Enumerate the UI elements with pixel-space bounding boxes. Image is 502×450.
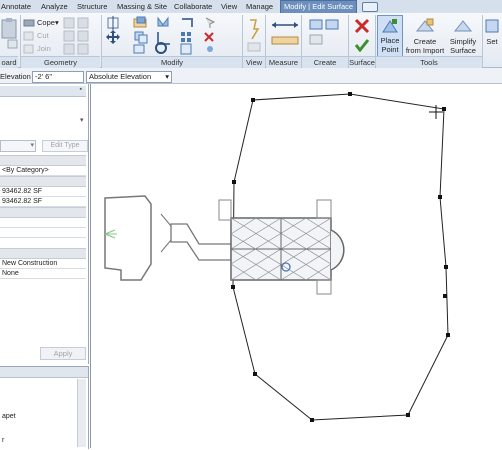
group-header-2[interactable] bbox=[0, 176, 86, 187]
create-from-import-label-2[interactable]: from Import bbox=[403, 46, 447, 55]
measure-panel-label: Measure bbox=[266, 56, 301, 68]
group-header-1[interactable] bbox=[0, 155, 86, 166]
filter-dropdown[interactable]: ▾ bbox=[0, 140, 36, 152]
properties-palette: ▪ ▾ ▾ Edit Type <By Category> 93462.82 S… bbox=[0, 84, 89, 364]
modify-panel-label: Modify bbox=[102, 56, 242, 68]
cope-label[interactable]: Cope bbox=[37, 18, 55, 27]
browser-titlebar bbox=[0, 367, 88, 378]
place-point-label-1: Place bbox=[380, 36, 400, 45]
comments-value[interactable] bbox=[0, 228, 86, 238]
pin-icon bbox=[205, 17, 216, 28]
simplify-surface-label-2[interactable]: Surface bbox=[447, 46, 479, 55]
hide-icon[interactable] bbox=[246, 17, 266, 55]
cut-label[interactable]: Cut bbox=[37, 31, 49, 40]
surface-area-value: 93462.82 SF bbox=[0, 197, 86, 207]
elevation-input[interactable]: -2' 6" bbox=[32, 71, 84, 83]
paste-icon[interactable] bbox=[0, 16, 22, 54]
cancel-icon[interactable] bbox=[354, 18, 370, 34]
chevron-down-icon: ▾ bbox=[165, 72, 169, 81]
delete-icon bbox=[204, 32, 214, 42]
tab-massing-site[interactable]: Massing & Site bbox=[117, 0, 167, 13]
edit-type-button[interactable]: Edit Type bbox=[42, 140, 88, 152]
align-icon bbox=[107, 16, 119, 30]
phase-demolished-value[interactable]: None bbox=[0, 269, 86, 279]
elevation-label: Elevation bbox=[0, 72, 31, 81]
material-value[interactable]: <By Category> bbox=[0, 166, 86, 176]
join-label[interactable]: Join bbox=[37, 44, 51, 53]
measure-icon[interactable] bbox=[268, 17, 304, 55]
cut-icon[interactable] bbox=[23, 30, 35, 42]
set-label[interactable]: Set bbox=[484, 37, 500, 46]
tab-manage[interactable]: Manage bbox=[246, 0, 273, 13]
properties-titlebar: ▪ bbox=[0, 86, 86, 97]
apply-button[interactable]: Apply bbox=[40, 347, 86, 360]
type-selector-chevron-icon[interactable]: ▾ bbox=[80, 116, 84, 124]
mirror-icon bbox=[157, 16, 169, 27]
tab-options-icon[interactable] bbox=[362, 2, 378, 12]
create-from-import-icon[interactable] bbox=[415, 17, 435, 35]
geometry-tools-icon[interactable] bbox=[62, 16, 102, 56]
pin-icon-2 bbox=[207, 46, 213, 52]
group-header-phasing[interactable] bbox=[0, 248, 86, 259]
type-image-area bbox=[0, 98, 86, 138]
building-wing-left bbox=[104, 195, 152, 281]
close-icon[interactable]: ▪ bbox=[80, 86, 82, 93]
simplify-surface-icon[interactable] bbox=[453, 17, 473, 35]
place-point-icon bbox=[382, 19, 398, 33]
tools-panel-label: Tools bbox=[376, 56, 482, 68]
elevation-mode-value: Absolute Elevation bbox=[89, 72, 152, 81]
surface-panel-label: Surface bbox=[349, 56, 375, 68]
project-browser: apet r bbox=[0, 366, 89, 449]
tab-structure[interactable]: Structure bbox=[77, 0, 107, 13]
place-point-button[interactable]: Place Point bbox=[377, 15, 403, 57]
offset-icon bbox=[133, 16, 147, 28]
site-plan-drawing bbox=[104, 92, 450, 422]
view-panel-label: View bbox=[243, 56, 265, 68]
copy-icon bbox=[134, 31, 148, 44]
split-icon bbox=[182, 18, 193, 27]
elevation-mode-select[interactable]: Absolute Elevation ▾ bbox=[86, 71, 172, 83]
create-icon[interactable] bbox=[308, 17, 344, 55]
join-icon[interactable] bbox=[23, 43, 35, 55]
place-point-label-2: Point bbox=[381, 45, 399, 54]
modify-tools-group bbox=[106, 16, 216, 55]
clipboard-panel-label: oard bbox=[0, 56, 18, 68]
browser-scrollbar[interactable] bbox=[77, 379, 86, 447]
create-from-import-label-1[interactable]: Create bbox=[403, 37, 447, 46]
cope-icon[interactable] bbox=[23, 17, 35, 29]
corridor bbox=[170, 223, 232, 261]
set-icon[interactable] bbox=[484, 17, 502, 35]
name-value[interactable] bbox=[0, 218, 86, 228]
move-icon bbox=[106, 30, 120, 44]
group-header-3[interactable] bbox=[0, 207, 86, 218]
tab-annotate[interactable]: Annotate bbox=[1, 0, 31, 13]
scale-icon bbox=[180, 43, 192, 55]
tab-analyze[interactable]: Analyze bbox=[41, 0, 68, 13]
browser-item[interactable]: r bbox=[2, 437, 4, 444]
main-building bbox=[218, 199, 345, 295]
browser-item[interactable]: apet bbox=[2, 413, 16, 420]
tab-view[interactable]: View bbox=[221, 0, 237, 13]
projected-area-value: 93462.82 SF bbox=[0, 187, 86, 197]
tab-collaborate[interactable]: Collaborate bbox=[174, 0, 212, 13]
drawing-canvas[interactable] bbox=[90, 84, 502, 448]
array-icon bbox=[181, 32, 191, 42]
tab-modify-edit-surface[interactable]: Modify | Edit Surface bbox=[280, 0, 358, 13]
ribbon-tab-bar: Annotate Analyze Structure Massing & Sit… bbox=[0, 0, 502, 14]
finish-icon[interactable] bbox=[354, 38, 370, 52]
phase-created-value[interactable]: New Construction bbox=[0, 259, 86, 269]
create-panel-label: Create bbox=[302, 56, 348, 68]
geometry-panel-label: Geometry bbox=[21, 56, 100, 68]
simplify-surface-label-1[interactable]: Simplify bbox=[447, 37, 479, 46]
